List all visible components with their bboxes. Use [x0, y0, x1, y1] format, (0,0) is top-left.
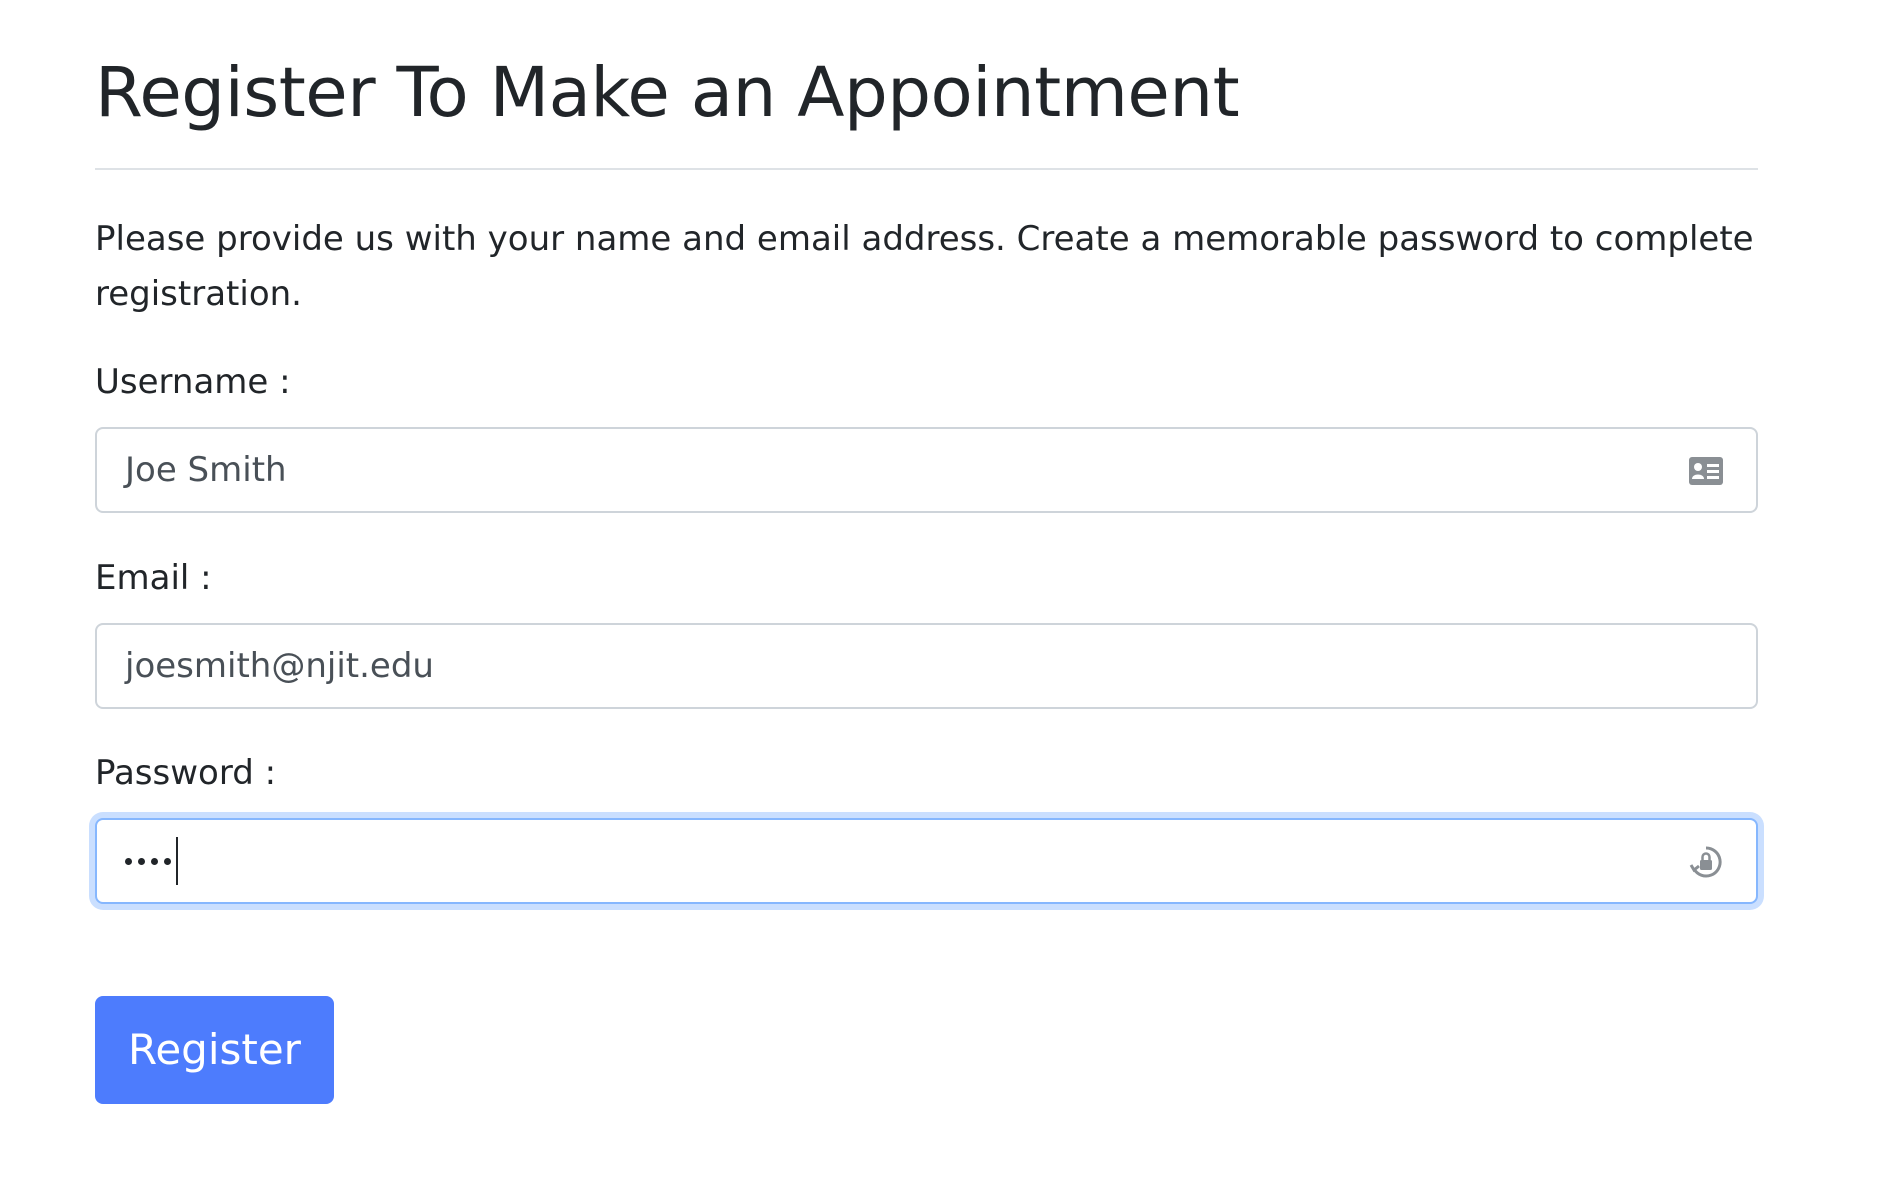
contact-card-icon-svg: [1689, 457, 1723, 485]
password-masked-value: [125, 820, 178, 902]
contact-card-icon[interactable]: [1688, 455, 1724, 487]
password-input[interactable]: [95, 818, 1758, 904]
password-dot: [125, 857, 132, 865]
password-manager-lock-icon-svg: [1689, 846, 1722, 878]
text-caret: [176, 837, 178, 885]
password-manager-lock-icon[interactable]: [1688, 846, 1724, 878]
username-label: Username :: [95, 362, 291, 402]
password-label: Password :: [95, 753, 277, 793]
email-value: joesmith@njit.edu: [125, 646, 434, 686]
email-input[interactable]: joesmith@njit.edu: [95, 623, 1758, 709]
username-input[interactable]: Joe Smith: [95, 427, 1758, 513]
password-dot: [164, 857, 171, 865]
title-divider: [95, 168, 1758, 170]
page-title: Register To Make an Appointment: [95, 53, 1240, 133]
register-button[interactable]: Register: [95, 996, 334, 1104]
intro-text: Please provide us with your name and ema…: [95, 219, 1754, 314]
password-dot: [138, 857, 145, 865]
password-dot: [151, 857, 158, 865]
email-label: Email :: [95, 558, 212, 598]
username-value: Joe Smith: [125, 450, 287, 490]
